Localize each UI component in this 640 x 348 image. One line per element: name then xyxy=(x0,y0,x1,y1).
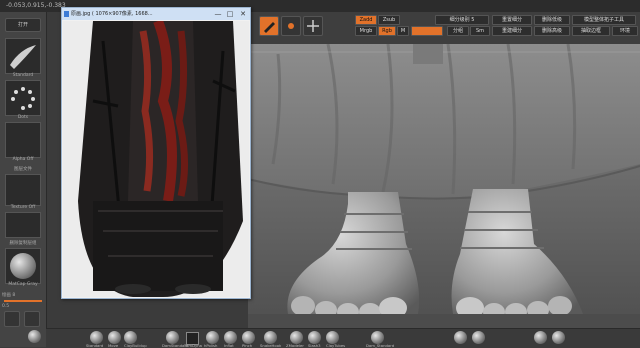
brush-label-0: Standard xyxy=(86,343,104,348)
matcap-sphere-icon xyxy=(10,253,36,279)
zsub-button[interactable]: Zsub xyxy=(378,15,400,25)
zadd-button[interactable]: Zadd xyxy=(355,15,377,25)
texture-label: Texture Off xyxy=(10,205,36,210)
delete-higher-button[interactable]: 删除高级 xyxy=(534,26,570,36)
m-button[interactable]: M xyxy=(397,26,409,36)
draw-size-label: 绘画 8 xyxy=(2,293,16,298)
brush-label-8: SnakeHook xyxy=(260,343,282,348)
bottom-brush-bar: Standard Move ClayBuildup DamStandard Tr… xyxy=(46,328,640,348)
alpha-swatch[interactable] xyxy=(5,122,41,158)
mrgb-button[interactable]: Mrgb xyxy=(355,26,377,36)
reference-image xyxy=(63,21,249,297)
open-button[interactable]: 打开 xyxy=(5,18,41,32)
viewer-title: 原画.jpg ( 1076×907像素, 1668... xyxy=(71,11,153,17)
edit-icon[interactable] xyxy=(259,16,279,36)
brush-extra2-icon[interactable] xyxy=(472,331,485,344)
draw-size-slider[interactable] xyxy=(4,300,42,302)
maximize-button[interactable]: □ xyxy=(225,8,235,20)
rgb-button[interactable]: Rgb xyxy=(378,26,396,36)
close-button[interactable]: ✕ xyxy=(238,8,248,20)
draw-icon[interactable] xyxy=(281,16,301,36)
brush-swatch[interactable] xyxy=(5,38,41,74)
coordinate-readout: -0.053,0.915,-0.383 xyxy=(6,2,66,9)
top-shelf: Zadd Zsub Mrgb Rgb M 细分级别 5 重置细分 删除低级 模型… xyxy=(248,12,640,45)
brush-icon xyxy=(10,45,36,69)
brush-label-2: ClayBuildup xyxy=(124,343,147,348)
environment-button[interactable]: 环境 xyxy=(612,26,638,36)
stroke-swatch[interactable] xyxy=(5,80,41,116)
polyframe-icon[interactable] xyxy=(4,311,20,327)
delete-lower-button[interactable]: 删除低级 xyxy=(534,15,570,25)
extra-swatch[interactable] xyxy=(5,212,41,238)
layer-file-label: 图层文件 xyxy=(14,167,32,172)
brush-label-4: TrimDyna xyxy=(184,343,202,348)
alpha-label: Alpha Off xyxy=(12,157,34,162)
left-tray: 打开 Standard Dots Alpha Off 图层文件 Texture … xyxy=(0,12,47,347)
sculpt-viewport[interactable] xyxy=(248,44,640,328)
brush-label: Standard xyxy=(12,73,34,78)
delete-layer-label: 删除复制层组 xyxy=(9,241,37,246)
brush-label-1: Move xyxy=(108,343,119,348)
smooth-button[interactable]: Sm xyxy=(470,26,490,36)
image-viewer-window[interactable]: 原画.jpg ( 1076×907像素, 1668... — □ ✕ xyxy=(61,7,251,299)
brush-label-5: hPolish xyxy=(204,343,218,348)
brush-extra3-icon[interactable] xyxy=(534,331,547,344)
focal-label: 0.5 xyxy=(2,304,10,309)
material-label: MatCap Gray xyxy=(8,282,38,287)
material-swatch[interactable] xyxy=(5,248,41,284)
texture-swatch[interactable] xyxy=(5,174,41,206)
brush-label-10: Slash3 xyxy=(308,343,321,348)
brush-label-9: ZModeler xyxy=(286,343,304,348)
character-artwork xyxy=(63,21,249,297)
brush-label-7: Pinch xyxy=(242,343,253,348)
polygroup-button[interactable]: 分组 xyxy=(447,26,469,36)
brush-label-11: ClayTubes xyxy=(326,343,346,348)
brush-label-6: Inflat xyxy=(224,343,234,348)
brush-label-12: Dam_Standard xyxy=(366,343,395,348)
sphere-tool-icon[interactable] xyxy=(28,330,41,343)
viewer-titlebar[interactable]: 原画.jpg ( 1076×907像素, 1668... — □ ✕ xyxy=(62,8,250,20)
brush-extra1-icon[interactable] xyxy=(454,331,467,344)
dots-stroke-icon xyxy=(11,87,35,110)
rgb-intensity-slider[interactable] xyxy=(411,26,443,36)
minimize-button[interactable]: — xyxy=(213,8,223,20)
reset-subdiv-button[interactable]: 重置细分 xyxy=(492,15,532,25)
image-file-icon xyxy=(64,11,69,17)
extract-border-button[interactable]: 抽取边框 xyxy=(572,26,610,36)
solo-icon[interactable] xyxy=(24,311,40,327)
sculpt-render xyxy=(248,44,640,328)
model-topology-button[interactable]: 模型整体拓子工具 xyxy=(572,15,636,25)
stroke-label: Dots xyxy=(17,115,29,120)
rebuild-subdiv-button[interactable]: 重建细分 xyxy=(492,26,532,36)
brush-extra4-icon[interactable] xyxy=(552,331,565,344)
move-icon[interactable] xyxy=(303,16,323,36)
subdiv-level-slider[interactable]: 细分级别 5 xyxy=(435,15,489,25)
